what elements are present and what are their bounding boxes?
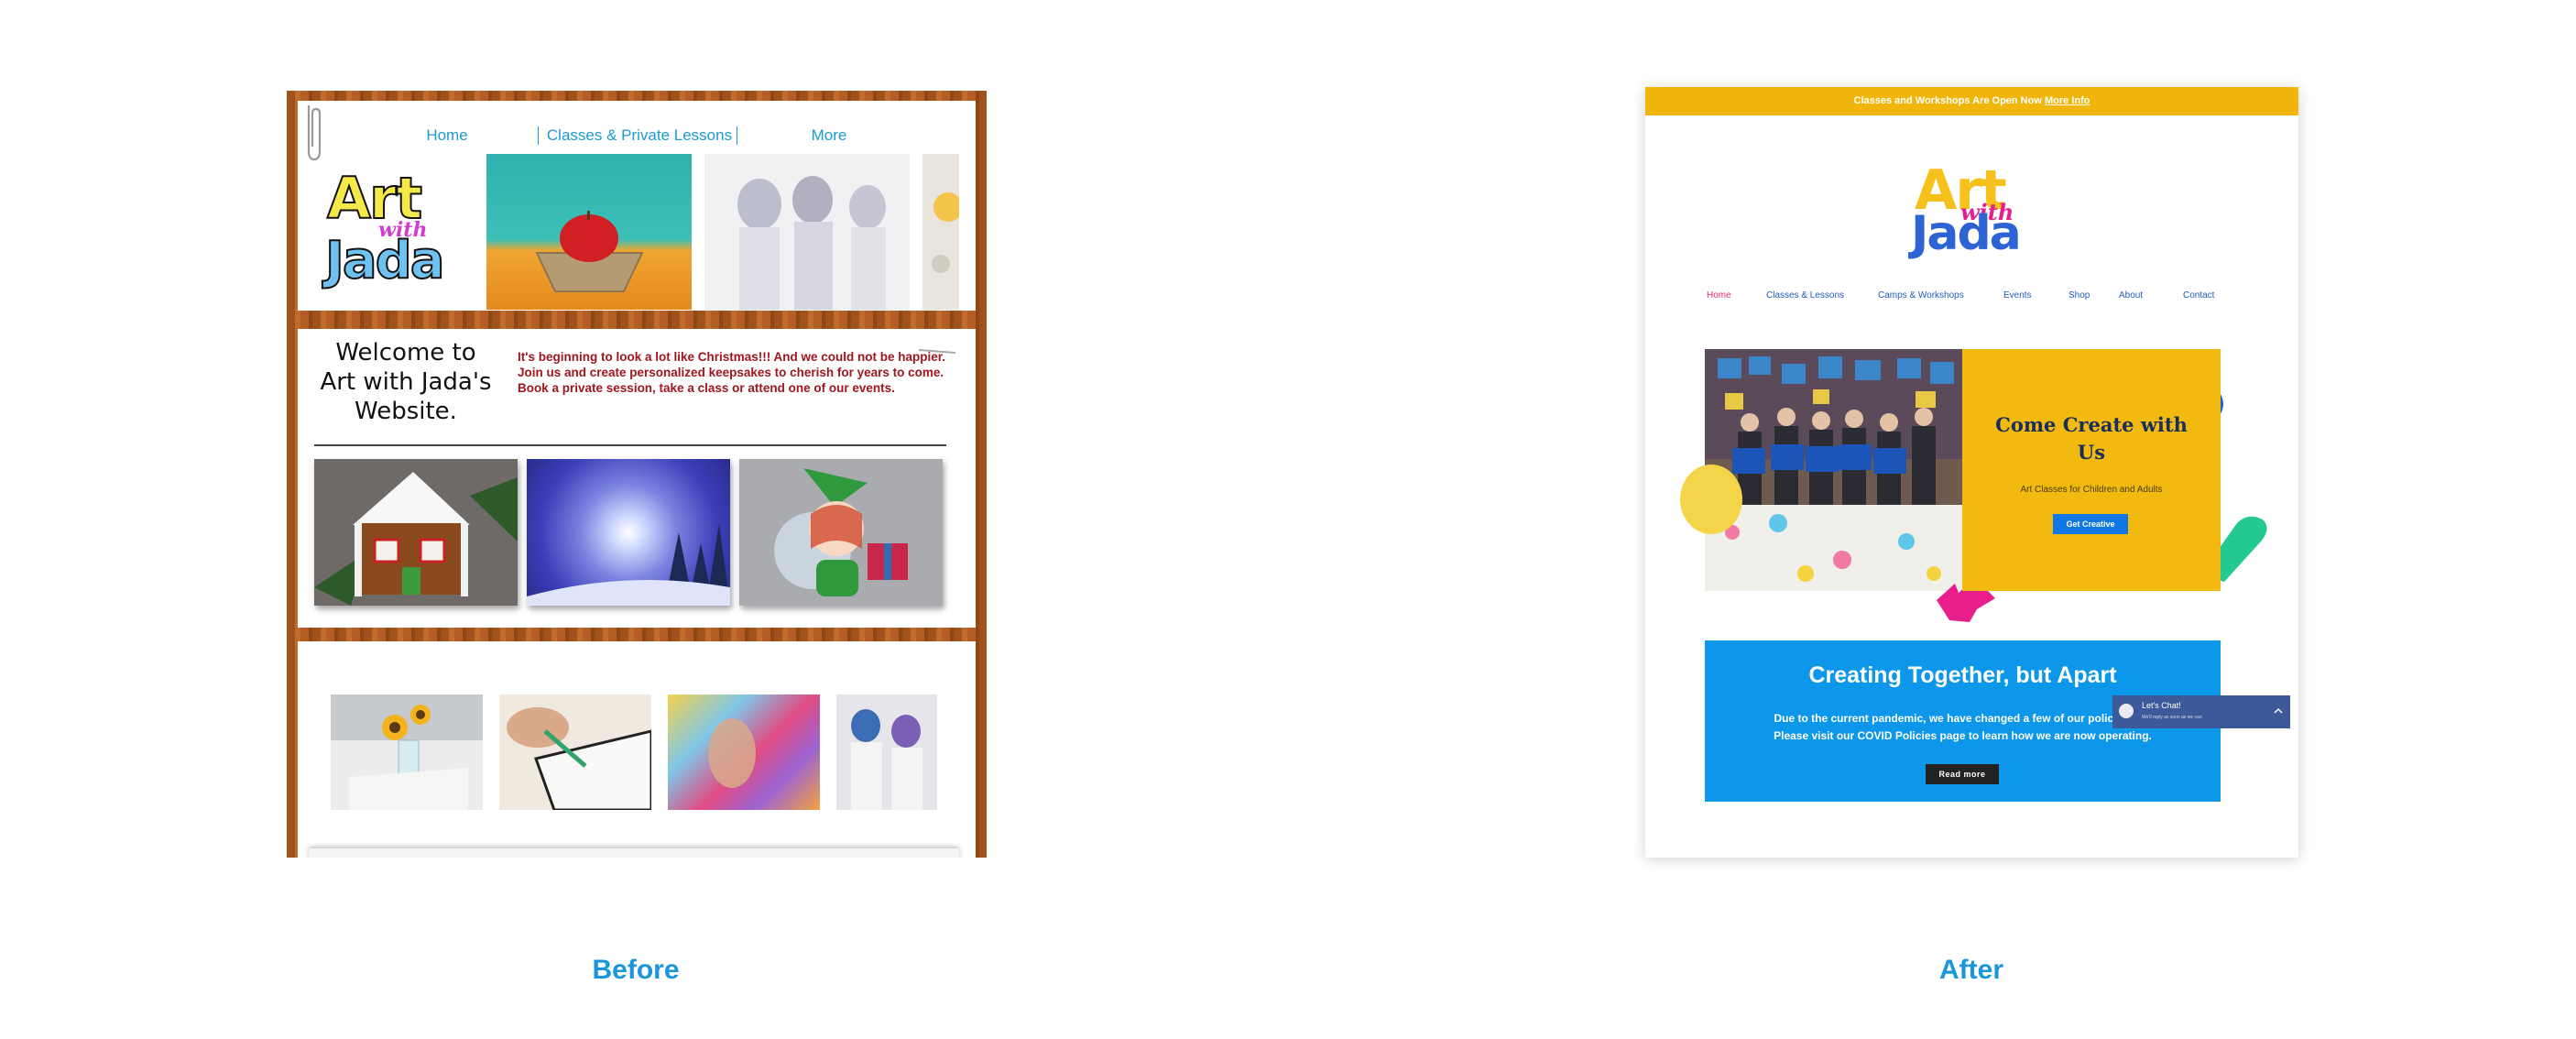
kids-masks-image — [704, 154, 910, 310]
before-website-screenshot: Home Classes & Private Lessons More Art … — [287, 91, 987, 858]
after-website-screenshot: Classes and Workshops Are Open Now More … — [1645, 87, 2298, 858]
after-logo[interactable]: Art with Jada — [1902, 159, 2048, 261]
before-welcome-section: Welcome to Art with Jada's Website. It's… — [298, 329, 976, 628]
apple-painting-image — [486, 154, 692, 310]
before-nav-classes[interactable]: Classes & Private Lessons — [543, 126, 736, 145]
chat-title: Let's Chat! — [2142, 701, 2181, 710]
christmas-elf-drawing-image — [739, 459, 943, 606]
chevron-up-icon[interactable] — [2274, 707, 2283, 715]
before-gallery-section — [298, 641, 976, 858]
pin-icon — [918, 349, 956, 354]
kids-masks-image-2 — [836, 694, 937, 810]
colorful-painting-image — [668, 694, 820, 810]
covid-text-line2: Please visit our COVID Policies page to … — [1774, 729, 2152, 742]
after-nav-events[interactable]: Events — [2003, 290, 2032, 301]
after-nav-classes[interactable]: Classes & Lessons — [1766, 290, 1844, 301]
paperclip-icon — [307, 105, 322, 161]
sketchbook-drawing-image — [499, 694, 651, 810]
after-nav-shop[interactable]: Shop — [2068, 290, 2090, 301]
chat-avatar-icon — [2119, 704, 2134, 718]
logo-jada: Jada — [1911, 206, 2022, 261]
craft-table-image — [922, 154, 959, 310]
chat-subtitle: We'll reply as soon as we can — [2142, 715, 2202, 720]
after-nav-about[interactable]: About — [2119, 290, 2143, 301]
sunflower-vase-image — [331, 694, 483, 810]
hero-subtitle: Art Classes for Children and Adults — [2020, 485, 2163, 495]
scroll-edge — [309, 848, 959, 858]
after-nav-contact[interactable]: Contact — [2183, 290, 2214, 301]
covid-title: Creating Together, but Apart — [1808, 662, 2117, 688]
chat-widget[interactable]: Let's Chat! We'll reply as soon as we ca… — [2112, 695, 2290, 728]
get-creative-button[interactable]: Get Creative — [2053, 514, 2128, 534]
hero-card: Come Create with Us Art Classes for Chil… — [1962, 349, 2221, 591]
after-caption: After — [1938, 955, 2003, 985]
nav-divider — [538, 126, 539, 145]
read-more-button[interactable]: Read more — [1926, 764, 1999, 784]
announcement-banner: Classes and Workshops Are Open Now More … — [1645, 87, 2298, 115]
before-nav-home[interactable]: Home — [387, 126, 507, 145]
gingerbread-house-image — [314, 459, 518, 606]
logo-jada: Jada — [324, 230, 445, 291]
welcome-text: It's beginning to look a lot like Christ… — [518, 350, 945, 395]
after-nav-home[interactable]: Home — [1707, 290, 1731, 301]
before-nav-more[interactable]: More — [783, 126, 875, 145]
moon-night-painting-image — [527, 459, 730, 606]
divider-line — [314, 444, 946, 446]
before-header: Home Classes & Private Lessons More Art … — [298, 101, 976, 311]
before-caption: Before — [592, 955, 680, 985]
banner-more-info-link[interactable]: More Info — [2045, 95, 2090, 106]
welcome-title: Welcome to Art with Jada's Website. — [320, 339, 492, 425]
banner-text: Classes and Workshops Are Open Now — [1853, 95, 2042, 106]
yellow-blob-decoration — [1680, 465, 1742, 534]
before-logo[interactable]: Art with Jada — [322, 164, 477, 302]
hero-title: Come Create with Us — [1995, 413, 2188, 464]
after-nav-camps[interactable]: Camps & Workshops — [1878, 290, 1964, 301]
